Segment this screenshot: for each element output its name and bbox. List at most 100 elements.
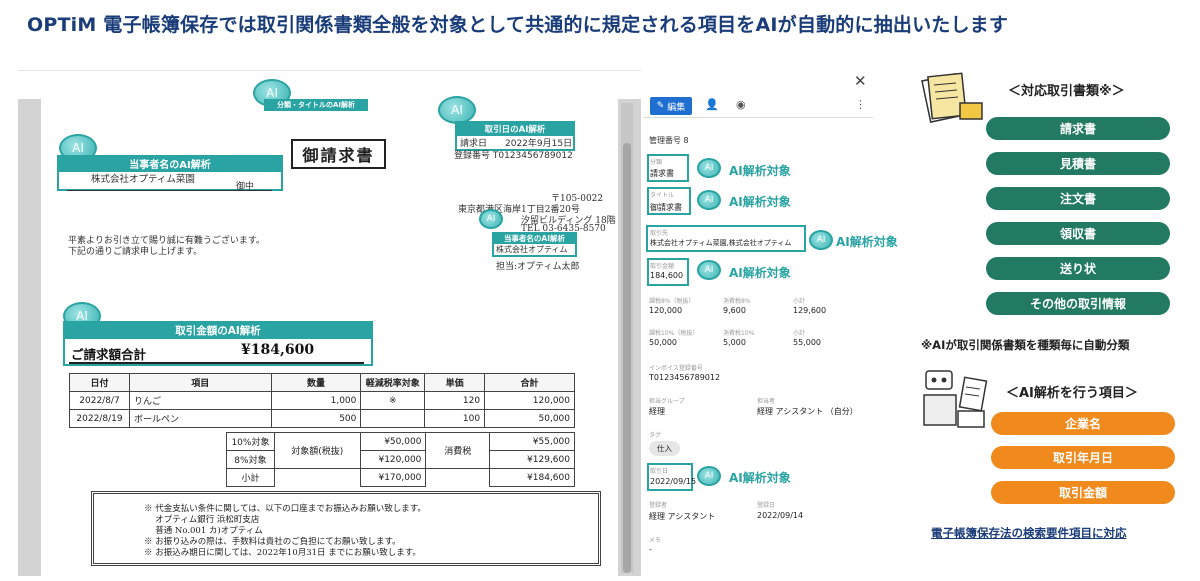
ai-robot-illustration-icon	[923, 370, 988, 428]
cell-total: 120,000	[484, 391, 575, 410]
doc-type-other: その他の取引情報	[986, 292, 1170, 315]
ai-brain-icon: AI	[809, 230, 833, 250]
field-company: 企業名	[991, 412, 1175, 435]
table-row: 2022/8/7 りんご 1,000 ※ 120 120,000	[69, 391, 575, 410]
ai-brain-icon: AI	[438, 96, 476, 124]
field-title[interactable]: 御請求書	[650, 202, 682, 213]
field-transaction-amount: 取引金額	[991, 481, 1175, 504]
document-viewer: AI 分類・タイトルのAI解析 御請求書 AI 取引日のAI解析 請求日 202…	[18, 70, 641, 576]
field-person: 経理 アシスタント （自分）	[757, 407, 858, 416]
field-sub8: 129,600	[793, 306, 827, 315]
field-label: 課税8%（税抜）	[649, 298, 695, 305]
close-icon[interactable]: ✕	[854, 72, 867, 90]
field-label: 担当者	[757, 398, 776, 405]
remark-line: オプティム銀行 浜松町支店	[144, 515, 260, 525]
field-t8: 120,000	[649, 306, 683, 315]
remarks-box: ※ 代金支払い条件に関しては、以下の口座までお振込みお願い致します。 オプティム…	[91, 491, 601, 566]
field-tax10: 5,000	[723, 338, 746, 347]
tax-label: 消費税	[425, 432, 491, 469]
field-invoice: T0123456789012	[649, 373, 721, 382]
field-party[interactable]: 株式会社オプティム菜園,株式会社オプティム	[650, 238, 791, 248]
field-t10: 50,000	[649, 338, 677, 347]
search-requirements-link[interactable]: 電子帳簿保存法の検索要件項目に対応	[931, 525, 1127, 541]
ai-target-label: AI解析対象	[729, 471, 791, 485]
total-value: ¥184,600	[241, 342, 315, 358]
cell-date: 2022/8/19	[69, 409, 130, 428]
edit-button[interactable]: ✎ 編集	[650, 97, 692, 115]
scrollbar-thumb[interactable]	[623, 143, 631, 573]
doc-type-delivery: 送り状	[986, 257, 1170, 280]
doc-type-quote: 見積書	[986, 152, 1170, 175]
invoice-page: AI 分類・タイトルのAI解析 御請求書 AI 取引日のAI解析 請求日 202…	[41, 79, 618, 576]
greeting-line2: 下記の通りご請求申し上げます。	[68, 247, 203, 257]
field-label: 小計	[793, 330, 806, 337]
more-menu-icon[interactable]: ⋮	[855, 98, 866, 111]
field-label: 取引先	[650, 230, 669, 237]
field-label: 分類	[650, 159, 663, 166]
cell-qty: 500	[270, 409, 362, 428]
management-number: 管理番号 8	[649, 136, 689, 145]
field-label: 消費税8%	[723, 298, 751, 305]
field-label: タイトル	[650, 192, 675, 199]
pencil-icon: ✎	[656, 101, 668, 111]
column-header: 合計	[484, 373, 575, 392]
issuer-contact: 担当:オプティム太郎	[496, 262, 580, 272]
field-label: 登録日	[757, 502, 776, 509]
cell-price: 120	[424, 391, 486, 410]
field-label: インボイス登録番号	[649, 365, 703, 372]
cell-reduced: ※	[360, 391, 426, 410]
column-header: 項目	[128, 373, 272, 392]
table-header-row: 日付 項目 数量 軽減税率対象 単価 合計	[69, 373, 575, 392]
cell-reduced	[360, 409, 426, 428]
issuer-name: 株式会社オプティム	[496, 245, 568, 254]
remark-line: ※ お振り込みの際は、手数料は貴社のご負担にてお願い致します。	[144, 537, 401, 547]
tax-8: ¥129,600	[489, 450, 575, 469]
field-transaction-date: 取引年月日	[991, 446, 1175, 469]
field-label: 消費税10%	[723, 330, 755, 337]
cell-qty: 1,000	[270, 391, 362, 410]
eye-icon[interactable]: ◉	[736, 98, 746, 111]
column-header: 日付	[69, 373, 130, 392]
remark-line: ※ お振込み期日に関しては、2022年10月31日 までにお願い致します。	[144, 548, 421, 558]
taxable-10: ¥50,000	[359, 432, 427, 451]
ai-title-label: 分類・タイトルのAI解析	[264, 99, 368, 111]
field-reg-date: 2022/09/14	[757, 511, 804, 520]
ai-brain-icon: AI	[697, 190, 721, 210]
taxable-8: ¥120,000	[359, 450, 427, 469]
field-label: 取引金額	[650, 263, 675, 270]
cell-item: ボールペン	[128, 409, 272, 428]
panel-toolbar: ✎ 編集 👤 ◉ ⋮	[643, 94, 873, 118]
field-label: 課税10%（税抜）	[649, 330, 699, 337]
doc-type-order: 注文書	[986, 187, 1170, 210]
taxable-subtotal: ¥170,000	[359, 468, 427, 487]
table-row: 10%対象 対象額(税抜) ¥50,000 消費税 ¥55,000	[226, 432, 575, 469]
tag-chip[interactable]: 仕入	[649, 441, 680, 456]
ai-brain-icon: AI	[697, 158, 721, 178]
ai-brain-icon: AI	[697, 260, 721, 280]
documents-illustration-icon	[921, 72, 983, 123]
column-header: 軽減税率対象	[360, 373, 426, 392]
ai-brain-icon: AI	[479, 209, 503, 229]
items-table: 日付 項目 数量 軽減税率対象 単価 合計 2022/8/7 りんご 1,000…	[69, 373, 575, 428]
tax-subtotal: ¥184,600	[489, 468, 575, 487]
ai-target-label: AI解析対象	[729, 164, 791, 178]
column-header: 数量	[270, 373, 362, 392]
ai-brain-icon: AI	[697, 466, 721, 486]
subtotal-label: 小計	[226, 468, 275, 487]
table-row: 小計 ¥170,000 ¥184,600	[226, 468, 575, 487]
field-group: 経理	[649, 407, 665, 416]
field-sub10: 55,000	[793, 338, 821, 347]
field-label: タグ	[649, 432, 662, 439]
classification-note: ※AIが取引関係書類を種類毎に自動分類	[921, 338, 1130, 352]
total-label: ご請求額合計	[71, 347, 147, 362]
rate-label: 8%対象	[226, 450, 275, 469]
headline: OPTiM 電子帳簿保存では取引関係書類全般を対象として共通的に規定される項目を…	[27, 14, 1009, 36]
add-user-icon[interactable]: 👤	[705, 98, 719, 111]
cell-price: 100	[424, 409, 486, 428]
field-amount[interactable]: 184,600	[650, 271, 683, 280]
field-type[interactable]: 請求書	[650, 168, 674, 179]
fields-heading: ＜AI解析を行う項目＞	[1006, 386, 1138, 401]
detail-panel: ✕ ✎ 編集 👤 ◉ ⋮ 管理番号 8 分類 請求書 AI AI解析対象 タイト…	[643, 70, 898, 575]
viewer-scrollbar[interactable]	[621, 103, 633, 573]
field-date[interactable]: 2022/09/15	[650, 477, 696, 486]
